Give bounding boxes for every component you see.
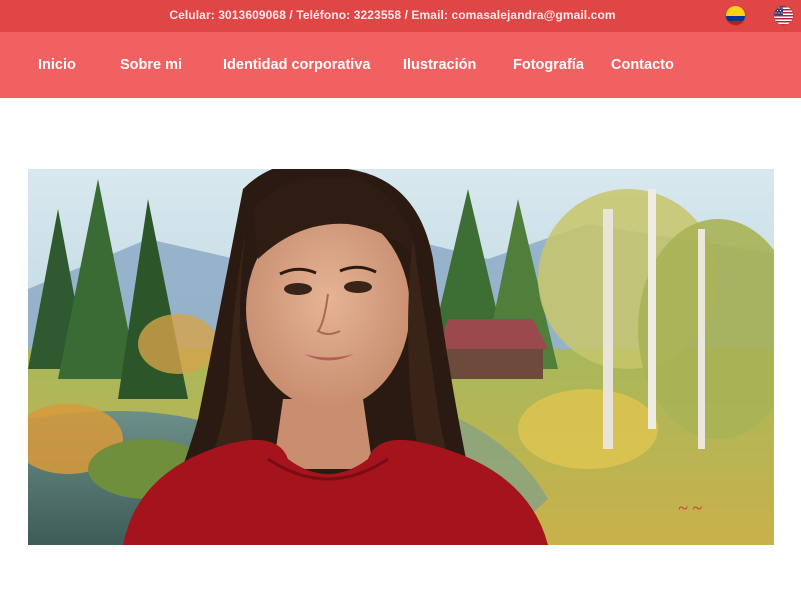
nav-item-sobre-mi[interactable]: Sobre mi (120, 32, 182, 98)
nav-item-fotografia[interactable]: Fotografía (513, 32, 584, 98)
nav-item-inicio[interactable]: Inicio (38, 32, 76, 98)
usa-flag-icon[interactable] (774, 6, 793, 25)
portrait-photo: ~ ~ (28, 169, 774, 545)
nav-item-contacto[interactable]: Contacto (611, 32, 674, 98)
nav-item-ilustracion[interactable]: Ilustración (403, 32, 476, 98)
contact-info: Celular: 3013609068 / Teléfono: 3223558 … (169, 8, 616, 22)
main-navigation: Inicio Sobre mi Identidad corporativa Il… (0, 32, 801, 98)
svg-text:~ ~: ~ ~ (678, 498, 702, 518)
nav-item-identidad-corporativa[interactable]: Identidad corporativa (223, 32, 370, 98)
colombia-flag-icon[interactable] (726, 6, 745, 25)
top-contact-bar: Celular: 3013609068 / Teléfono: 3223558 … (0, 0, 801, 32)
